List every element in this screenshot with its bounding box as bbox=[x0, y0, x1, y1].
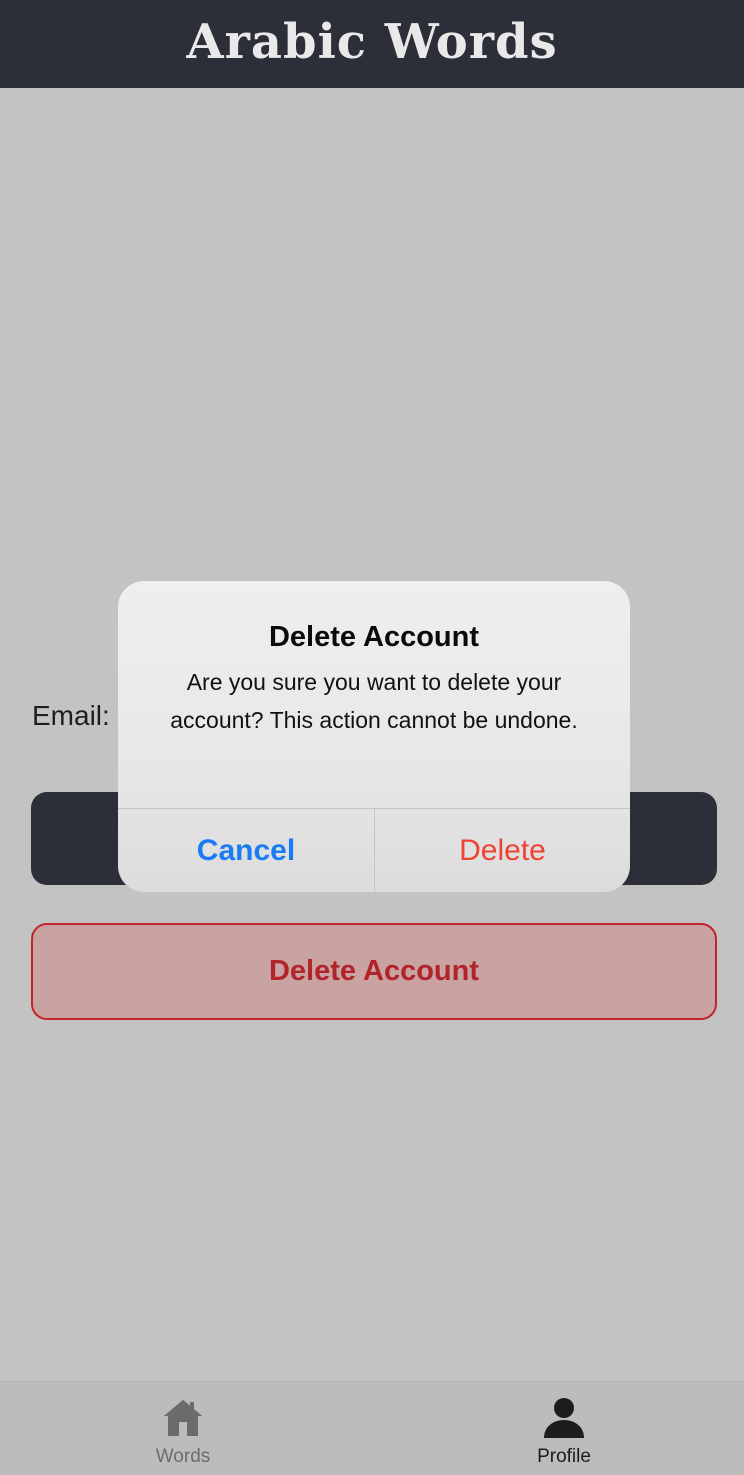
tab-profile-label: Profile bbox=[537, 1446, 591, 1467]
home-icon bbox=[164, 1400, 202, 1436]
delete-confirmation-dialog: Delete Account Are you sure you want to … bbox=[118, 581, 630, 892]
tab-profile[interactable]: Profile bbox=[444, 1382, 684, 1475]
dialog-title: Delete Account bbox=[268, 621, 480, 653]
dialog-message: Are you sure you want to delete your acc… bbox=[170, 669, 578, 733]
cancel-button[interactable]: Cancel bbox=[118, 809, 374, 892]
person-icon bbox=[544, 1398, 584, 1438]
tab-words-label: Words bbox=[155, 1446, 211, 1467]
app-header: Arabic Words bbox=[0, 0, 744, 88]
tab-words[interactable]: Words bbox=[63, 1382, 303, 1475]
confirm-delete-button[interactable]: Delete bbox=[375, 809, 630, 892]
app-title: Arabic Words bbox=[186, 14, 558, 70]
delete-account-button[interactable]: Delete Account bbox=[31, 923, 717, 1020]
tab-bar: Words Profile bbox=[0, 1381, 744, 1475]
email-label: Email: bbox=[32, 700, 110, 731]
